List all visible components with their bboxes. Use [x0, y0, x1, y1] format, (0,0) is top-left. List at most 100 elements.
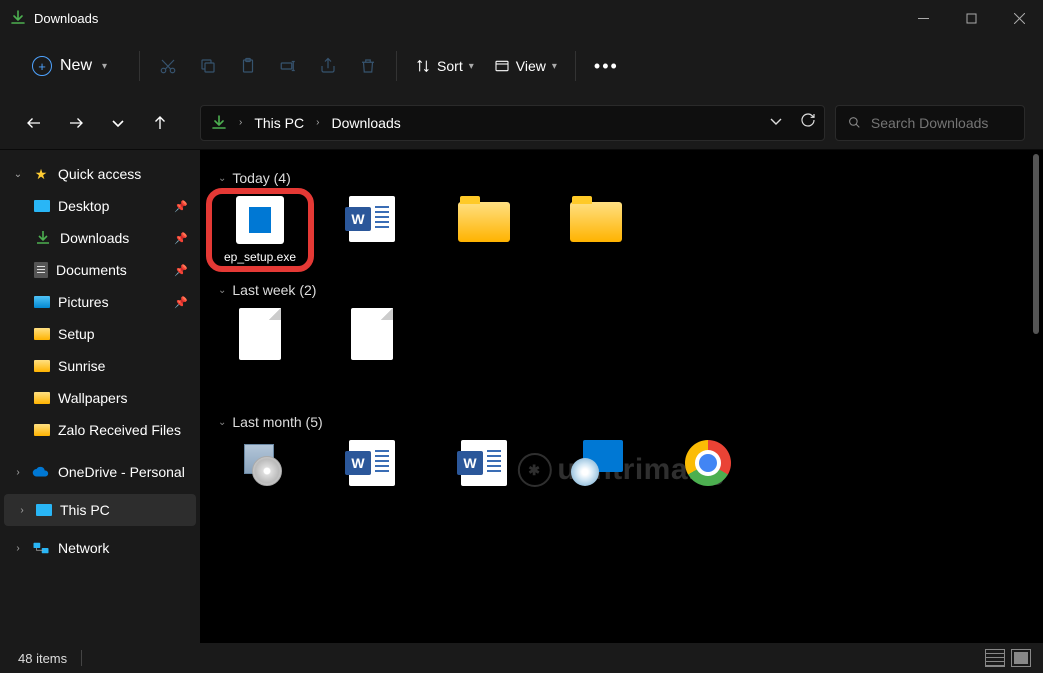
sidebar-item-documents[interactable]: Documents 📌 — [0, 254, 200, 286]
sidebar-item-network[interactable]: › Network — [0, 532, 200, 564]
file-blank[interactable] — [330, 308, 414, 360]
search-input[interactable] — [871, 115, 1012, 131]
chevron-right-icon[interactable]: › — [16, 505, 28, 516]
sidebar-label: Downloads — [60, 230, 129, 246]
sidebar-item-wallpapers[interactable]: Wallpapers — [0, 382, 200, 414]
new-button[interactable]: + New ▾ — [20, 50, 119, 82]
sidebar-label: OneDrive - Personal — [58, 464, 185, 480]
rename-button[interactable] — [268, 46, 308, 86]
scrollbar[interactable] — [1033, 154, 1039, 334]
chevron-down-icon: ▾ — [469, 61, 474, 72]
sidebar-item-quick-access[interactable]: ⌄ ★ Quick access — [0, 158, 200, 190]
recent-button[interactable] — [102, 107, 134, 139]
folder-icon — [34, 328, 50, 340]
details-view-button[interactable] — [985, 649, 1005, 667]
sidebar-item-onedrive[interactable]: › OneDrive - Personal — [0, 456, 200, 488]
address-input[interactable]: › This PC › Downloads — [200, 105, 825, 141]
file-iso[interactable] — [554, 440, 638, 486]
folder-icon — [34, 392, 50, 404]
file-folder[interactable] — [554, 196, 638, 264]
crumb-downloads[interactable]: Downloads — [331, 115, 400, 131]
forward-button[interactable] — [60, 107, 92, 139]
minimize-button[interactable] — [899, 0, 947, 36]
paste-button[interactable] — [228, 46, 268, 86]
large-icons-view-button[interactable] — [1011, 649, 1031, 667]
file-blank[interactable] — [218, 308, 302, 360]
sort-button[interactable]: Sort ▾ — [405, 52, 484, 80]
group-label: Today (4) — [232, 170, 290, 186]
exe-icon — [236, 196, 284, 244]
file-folder[interactable] — [442, 196, 526, 264]
chevron-down-icon: ⌄ — [218, 285, 226, 296]
file-list: ⌄ Today (4) ep_setup.exe W ✱ uantrimang — [200, 150, 1043, 643]
chevron-down-icon: ⌄ — [218, 173, 226, 184]
search-box[interactable] — [835, 105, 1025, 141]
file-installer[interactable] — [218, 440, 302, 486]
group-last-month[interactable]: ⌄ Last month (5) — [218, 414, 1025, 430]
file-label: ep_setup.exe — [224, 250, 296, 264]
navigation-pane: ⌄ ★ Quick access Desktop 📌 Downloads 📌 D… — [0, 150, 200, 643]
pin-icon: 📌 — [174, 264, 188, 277]
sidebar-label: Quick access — [58, 166, 141, 182]
view-button[interactable]: View ▾ — [484, 52, 567, 80]
search-icon — [848, 115, 861, 130]
pin-icon: 📌 — [174, 296, 188, 309]
main-area: ⌄ ★ Quick access Desktop 📌 Downloads 📌 D… — [0, 150, 1043, 643]
up-button[interactable] — [144, 107, 176, 139]
maximize-button[interactable] — [947, 0, 995, 36]
sidebar-label: Zalo Received Files — [58, 422, 181, 438]
crumb-this-pc[interactable]: This PC — [254, 115, 304, 131]
item-count: 48 items — [18, 651, 67, 666]
word-icon: W — [461, 440, 507, 486]
chevron-right-icon[interactable]: › — [12, 543, 24, 554]
refresh-button[interactable] — [800, 112, 816, 133]
sidebar-item-sunrise[interactable]: Sunrise — [0, 350, 200, 382]
sidebar-label: This PC — [60, 502, 110, 518]
chevron-right-icon: › — [239, 117, 242, 128]
sidebar-item-this-pc[interactable]: › This PC — [4, 494, 196, 526]
downloads-icon — [10, 10, 26, 26]
window-title: Downloads — [34, 11, 98, 26]
folder-icon — [34, 360, 50, 372]
sort-label: Sort — [437, 58, 463, 74]
more-button[interactable]: ••• — [584, 50, 629, 83]
sidebar-item-desktop[interactable]: Desktop 📌 — [0, 190, 200, 222]
group-last-week[interactable]: ⌄ Last week (2) — [218, 282, 1025, 298]
group-label: Last week (2) — [232, 282, 316, 298]
chrome-icon — [685, 440, 731, 486]
pin-icon: 📌 — [174, 232, 188, 245]
file-word-doc[interactable]: W — [330, 440, 414, 486]
separator — [81, 650, 82, 666]
group-today[interactable]: ⌄ Today (4) — [218, 170, 1025, 186]
sidebar-item-pictures[interactable]: Pictures 📌 — [0, 286, 200, 318]
chevron-right-icon[interactable]: › — [12, 467, 24, 478]
file-ep-setup-exe[interactable]: ep_setup.exe — [218, 196, 302, 264]
chevron-down-icon: ⌄ — [218, 417, 226, 428]
toolbar: + New ▾ Sort ▾ View ▾ ••• — [0, 36, 1043, 96]
pictures-icon — [34, 296, 50, 308]
plus-icon: + — [32, 56, 52, 76]
downloads-icon — [34, 229, 52, 247]
close-button[interactable] — [995, 0, 1043, 36]
back-button[interactable] — [18, 107, 50, 139]
delete-button[interactable] — [348, 46, 388, 86]
file-word-doc[interactable]: W — [442, 440, 526, 486]
separator — [139, 51, 140, 81]
copy-button[interactable] — [188, 46, 228, 86]
address-bar: › This PC › Downloads — [0, 96, 1043, 150]
address-dropdown-button[interactable] — [770, 114, 782, 132]
sidebar-label: Documents — [56, 262, 127, 278]
sidebar-item-setup[interactable]: Setup — [0, 318, 200, 350]
separator — [575, 51, 576, 81]
file-chrome[interactable] — [666, 440, 750, 486]
cut-button[interactable] — [148, 46, 188, 86]
sidebar-label: Pictures — [58, 294, 109, 310]
sidebar-item-zalo[interactable]: Zalo Received Files — [0, 414, 200, 446]
sidebar-label: Setup — [58, 326, 95, 342]
share-button[interactable] — [308, 46, 348, 86]
file-word-doc[interactable]: W — [330, 196, 414, 264]
chevron-down-icon[interactable]: ⌄ — [12, 169, 24, 180]
separator — [396, 51, 397, 81]
pin-icon: 📌 — [174, 200, 188, 213]
sidebar-item-downloads[interactable]: Downloads 📌 — [0, 222, 200, 254]
